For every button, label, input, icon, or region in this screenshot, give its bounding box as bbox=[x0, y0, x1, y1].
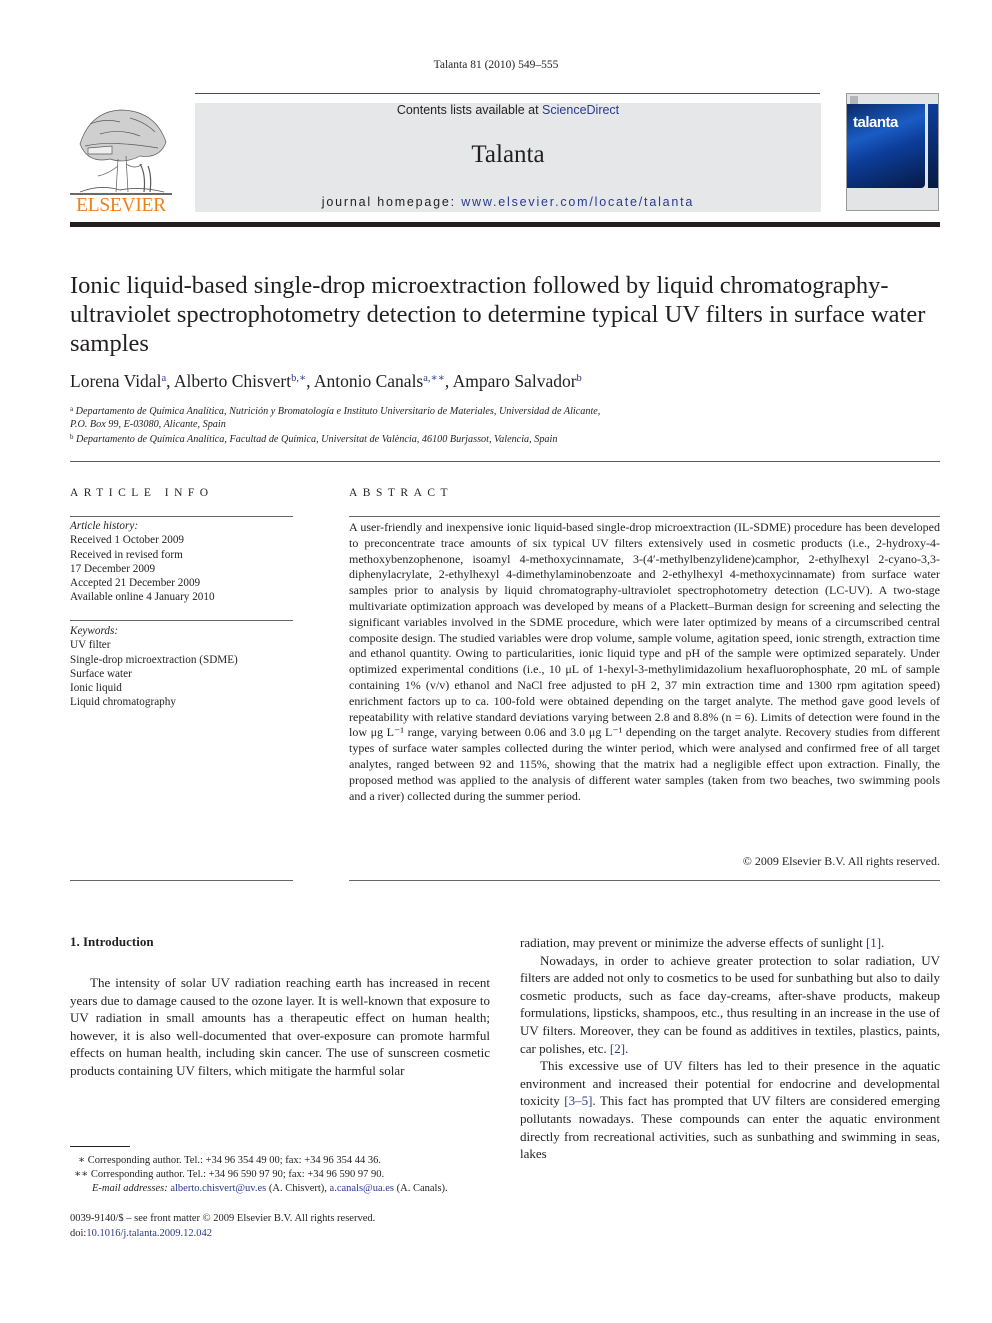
article-history: Article history: Received 1 October 2009… bbox=[70, 519, 215, 605]
history-item: Available online 4 January 2010 bbox=[70, 591, 215, 604]
footnote-corresponding-1: ∗ Corresponding author. Tel.: +34 96 354… bbox=[78, 1154, 381, 1169]
keyword-item: Ionic liquid bbox=[70, 682, 122, 695]
paragraph-text: . bbox=[881, 935, 885, 950]
author-name: Lorena Vidal bbox=[70, 371, 162, 391]
elsevier-wordmark: ELSEVIER bbox=[76, 195, 166, 216]
abstract-heading: ABSTRACT bbox=[349, 487, 454, 499]
author-affiliation-mark[interactable]: a bbox=[161, 373, 166, 384]
affiliation-b: b Departamento de Química Analítica, Fac… bbox=[70, 433, 557, 445]
contents-prefix: Contents lists available at bbox=[396, 103, 543, 117]
citation-link[interactable]: [2] bbox=[610, 1041, 625, 1056]
paragraph-text: . bbox=[625, 1040, 629, 1056]
citation-link[interactable]: [3–5] bbox=[564, 1093, 592, 1108]
running-head: Talanta 81 (2010) 549–555 bbox=[433, 59, 559, 71]
author-name: Amparo Salvador bbox=[452, 371, 577, 391]
keywords-label: Keywords: bbox=[70, 625, 119, 637]
issn-line: 0039-9140/$ – see front matter © 2009 El… bbox=[70, 1213, 376, 1224]
article-title: Ionic liquid-based single-drop microextr… bbox=[70, 272, 926, 357]
body-column-right: radiation, may prevent or minimize the a… bbox=[520, 934, 940, 1163]
author-name: Antonio Canals bbox=[313, 371, 424, 391]
footnote-mark: ∗∗ bbox=[74, 1169, 89, 1180]
footnote-rule bbox=[70, 1146, 130, 1147]
author-affiliation-mark[interactable]: a,∗∗ bbox=[423, 373, 445, 384]
homepage-prefix: journal homepage: bbox=[321, 195, 462, 209]
author-affiliation-mark[interactable]: b,∗ bbox=[291, 373, 306, 384]
footnote-text: Corresponding author. Tel.: +34 96 354 4… bbox=[87, 1155, 381, 1166]
email-label: E-mail addresses: bbox=[92, 1183, 168, 1194]
affiliation-a-continued: P.O. Box 99, E-03080, Alicante, Spain bbox=[70, 419, 226, 430]
affiliation-text: Departamento de Química Analítica, Nutri… bbox=[75, 406, 601, 417]
email-owner: (A. Chisvert), bbox=[266, 1183, 330, 1194]
paragraph: The intensity of solar UV radiation reac… bbox=[70, 975, 490, 1078]
email-link[interactable]: a.canals@ua.es bbox=[330, 1183, 394, 1194]
keyword-item: Single-drop microextraction (SDME) bbox=[70, 653, 238, 666]
divider bbox=[70, 880, 293, 881]
contents-line: Contents lists available at ScienceDirec… bbox=[195, 103, 821, 117]
keyword-item: UV filter bbox=[70, 639, 111, 652]
footnote-emails: E-mail addresses: alberto.chisvert@uv.es… bbox=[92, 1182, 448, 1197]
cover-title: talanta bbox=[853, 114, 898, 131]
affiliation-a: a Departamento de Química Analítica, Nut… bbox=[70, 405, 600, 417]
journal-homepage-link[interactable]: www.elsevier.com/locate/talanta bbox=[461, 195, 694, 209]
email-owner: (A. Canals). bbox=[394, 1183, 448, 1194]
journal-name: Talanta bbox=[471, 141, 545, 168]
homepage-line: journal homepage: www.elsevier.com/locat… bbox=[195, 195, 821, 209]
divider bbox=[70, 516, 293, 517]
email-link[interactable]: alberto.chisvert@uv.es bbox=[170, 1183, 266, 1194]
paragraph: Nowadays, in order to achieve greater pr… bbox=[520, 952, 940, 1058]
footnote-mark: ∗ bbox=[78, 1155, 86, 1166]
paragraph: radiation, may prevent or minimize the a… bbox=[520, 934, 940, 952]
keyword-item: Surface water bbox=[70, 667, 132, 680]
body-column-left: The intensity of solar UV radiation reac… bbox=[70, 974, 490, 1080]
paragraph: This excessive use of UV filters has led… bbox=[520, 1057, 940, 1163]
citation-link[interactable]: [1] bbox=[866, 935, 881, 950]
history-item: Received 1 October 2009 bbox=[70, 534, 185, 547]
footnote-corresponding-2: ∗∗ Corresponding author. Tel.: +34 96 59… bbox=[74, 1168, 384, 1183]
cover-artwork-strip bbox=[928, 104, 938, 188]
history-item: Received in revised form bbox=[70, 548, 183, 561]
sciencedirect-link[interactable]: ScienceDirect bbox=[542, 103, 619, 117]
affiliation-text: Departamento de Química Analítica, Facul… bbox=[76, 434, 558, 445]
author-name: Alberto Chisvert bbox=[173, 371, 292, 391]
divider bbox=[349, 516, 940, 517]
header-rule bbox=[195, 93, 820, 94]
doi-link[interactable]: 10.1016/j.talanta.2009.12.042 bbox=[86, 1228, 212, 1239]
author-affiliation-mark[interactable]: b bbox=[577, 373, 582, 384]
divider bbox=[70, 620, 293, 621]
abstract-copyright: © 2009 Elsevier B.V. All rights reserved… bbox=[742, 854, 940, 868]
introduction-heading: 1. Introduction bbox=[70, 934, 154, 949]
paragraph-text: radiation, may prevent or minimize the a… bbox=[520, 935, 866, 950]
article-info-heading: ARTICLE INFO bbox=[70, 487, 214, 499]
keyword-item: Liquid chromatography bbox=[70, 696, 176, 709]
front-matter: 0039-9140/$ – see front matter © 2009 El… bbox=[70, 1212, 375, 1241]
section-divider bbox=[70, 461, 940, 462]
journal-cover-thumbnail[interactable]: talanta bbox=[846, 93, 939, 211]
header-thick-rule bbox=[70, 222, 940, 227]
history-item: 17 December 2009 bbox=[70, 562, 156, 575]
affiliation-mark: b bbox=[70, 433, 74, 441]
author-list: Lorena Vidala, Alberto Chisvertb,∗, Anto… bbox=[70, 371, 582, 391]
divider bbox=[349, 880, 940, 881]
doi-line: doi:10.1016/j.talanta.2009.12.042 bbox=[70, 1227, 375, 1242]
footnote-text: Corresponding author. Tel.: +34 96 590 9… bbox=[90, 1169, 385, 1180]
abstract-text: A user-friendly and inexpensive ionic li… bbox=[349, 520, 940, 803]
doi-prefix: doi: bbox=[70, 1227, 87, 1239]
paragraph-text: Nowadays, in order to achieve greater pr… bbox=[520, 952, 940, 1056]
affiliation-mark: a bbox=[70, 405, 74, 413]
history-item: Accepted 21 December 2009 bbox=[70, 577, 201, 590]
article-history-label: Article history: bbox=[70, 520, 139, 532]
keywords: Keywords: UV filter Single-drop microext… bbox=[70, 624, 238, 710]
